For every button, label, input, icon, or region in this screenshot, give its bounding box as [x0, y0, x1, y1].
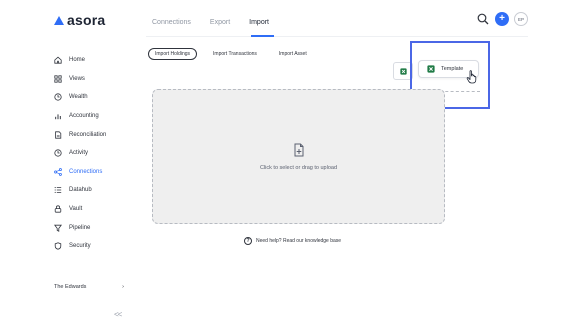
- app-name: asora: [67, 12, 106, 28]
- sidebar-item-security[interactable]: Security: [54, 237, 106, 256]
- filter-icon: [54, 224, 62, 232]
- header-tabs: Connections Export Import: [152, 19, 269, 26]
- help-link[interactable]: ? Need help? Read our knowledge base: [244, 237, 341, 245]
- header-divider: [146, 36, 528, 37]
- sidebar-nav: Home Views Wealth Accounting Reconciliat…: [54, 51, 106, 256]
- sidebar-item-home[interactable]: Home: [54, 51, 106, 70]
- account-switcher[interactable]: The Edwards ›: [54, 284, 124, 290]
- sidebar-item-label: Views: [69, 75, 85, 82]
- sidebar-item-connections[interactable]: Connections: [54, 163, 106, 182]
- sidebar-item-label: Accounting: [69, 113, 99, 120]
- sidebar-item-label: Vault: [69, 206, 83, 213]
- sidebar-item-label: Wealth: [69, 94, 88, 101]
- add-button[interactable]: +: [495, 12, 509, 26]
- tab-export[interactable]: Export: [210, 19, 230, 26]
- sidebar-item-label: Datahub: [69, 187, 92, 194]
- active-tab-indicator: [251, 35, 274, 37]
- sidebar-item-label: Activity: [69, 150, 89, 157]
- sidebar-item-label: Connections: [69, 168, 103, 175]
- tab-import-holdings[interactable]: Import Holdings: [148, 48, 198, 60]
- plus-icon: +: [499, 13, 505, 24]
- sidebar-item-views[interactable]: Views: [54, 70, 106, 89]
- account-name: The Edwards: [54, 284, 87, 290]
- hand-cursor-icon: [466, 70, 477, 84]
- list-icon: [54, 187, 62, 194]
- app-logo[interactable]: asora: [54, 12, 105, 28]
- sidebar-item-activity[interactable]: Activity: [54, 144, 106, 163]
- chevron-right-icon: ›: [122, 284, 124, 290]
- sidebar-item-label: Pipeline: [69, 224, 91, 231]
- upload-file-icon: [294, 143, 303, 156]
- lock-icon: [54, 205, 62, 213]
- import-sub-tabs: Import Holdings Import Transactions Impo…: [148, 48, 313, 60]
- sidebar-item-reconciliation[interactable]: Reconciliation: [54, 125, 106, 144]
- dropzone-instructions: Click to select or drag to upload: [259, 164, 338, 171]
- help-circle-icon: ?: [244, 237, 252, 245]
- grid-icon: [54, 75, 62, 83]
- tab-import[interactable]: Import: [249, 19, 269, 26]
- sidebar-item-label: Home: [69, 57, 86, 64]
- search-icon: [477, 13, 489, 25]
- sidebar-item-datahub[interactable]: Datahub: [54, 181, 106, 200]
- document-icon: [55, 131, 62, 139]
- tab-import-transactions[interactable]: Import Transactions: [207, 49, 263, 59]
- search-button[interactable]: [476, 12, 490, 26]
- header-actions: + EP: [476, 12, 528, 26]
- collapse-sidebar-button[interactable]: <<: [114, 310, 122, 319]
- home-icon: [54, 56, 62, 64]
- clock-icon: [54, 93, 62, 102]
- sidebar-item-label: Reconciliation: [69, 131, 107, 138]
- tab-connections[interactable]: Connections: [152, 19, 191, 26]
- avatar[interactable]: EP: [514, 12, 528, 26]
- sidebar-item-accounting[interactable]: Accounting: [54, 107, 106, 126]
- tab-import-asset[interactable]: Import Asset: [273, 49, 313, 59]
- share-icon: [54, 168, 62, 176]
- bar-chart-icon: [55, 114, 61, 120]
- excel-icon: [399, 67, 407, 75]
- sidebar-item-pipeline[interactable]: Pipeline: [54, 218, 106, 237]
- file-upload-dropzone[interactable]: Click to select or drag to upload: [152, 89, 445, 224]
- shield-icon: [54, 242, 62, 250]
- sidebar-item-label: Security: [69, 243, 91, 250]
- clock-icon: [54, 149, 62, 157]
- sidebar-item-vault[interactable]: Vault: [54, 200, 106, 219]
- logo-mark-icon: [54, 15, 64, 25]
- sidebar-item-wealth[interactable]: Wealth: [54, 88, 106, 107]
- sidebar: asora Home Views Wealth Accounting Recon…: [0, 0, 140, 323]
- help-text: Need help? Read our knowledge base: [256, 238, 342, 244]
